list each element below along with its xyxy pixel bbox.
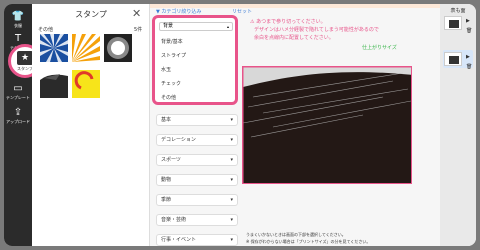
chevron-up-icon: ▴ [226, 24, 229, 29]
category-pill[interactable]: 動物 ▾ [156, 174, 238, 186]
nav-label: テンプレート [6, 95, 30, 100]
category-filter-label: ▼ カテゴリ絞り込み [156, 9, 202, 15]
chevron-down-icon: ▾ [230, 157, 233, 163]
text-icon: T [14, 33, 22, 44]
chevron-down-icon: ▾ [230, 217, 233, 223]
nav-upload[interactable]: ⇪ アップロード [4, 104, 32, 130]
category-pill-label: 季節 [161, 197, 172, 203]
front-preview-thumb[interactable] [444, 16, 462, 30]
stamp-thumb-blue-rays[interactable] [40, 34, 68, 62]
category-pill-label: スポーツ [161, 157, 181, 163]
category-pill-label: デコレーション [161, 137, 196, 143]
category-pill-label: 行事・イベント [161, 237, 197, 243]
left-nav: 👕 衣服 T テキスト ▭ テンプレート ⇪ アップロード [4, 4, 32, 246]
stamp-panel: スタンプ ✕ その他 5件 [32, 4, 150, 246]
stamp-thumb-orange-rays[interactable] [72, 34, 100, 62]
section-count: 5件 [134, 27, 143, 33]
category-pill-label: 音楽・芸術 [161, 217, 187, 223]
caution-note: 余白を点線内に配置してください。 [254, 35, 334, 41]
finish-size-label: 仕上がりサイズ [362, 45, 397, 51]
stamp-thumb-burst[interactable] [104, 34, 132, 62]
chevron-down-icon: ▾ [230, 117, 233, 123]
reset-link[interactable]: リセット [232, 8, 252, 15]
side-title: 表も面 [450, 8, 466, 14]
chevron-down-icon: ▾ [230, 197, 233, 203]
close-icon[interactable]: ✕ [132, 7, 141, 20]
chevron-down-icon: ▾ [230, 237, 233, 243]
arrow-icon[interactable]: ▶ [466, 54, 470, 60]
dropdown-option[interactable]: その他 [161, 94, 176, 101]
category-dropdown[interactable]: 背景 ▴ 背景/基本 ストライプ 水玉 チェック その他 [152, 15, 238, 105]
category-pill-label: 動物 [161, 177, 172, 183]
category-pill[interactable]: デコレーション ▾ [156, 134, 238, 146]
chevron-down-icon: ▾ [230, 177, 233, 183]
app-window: 👕 衣服 T テキスト ▭ テンプレート ⇪ アップロード ★ スタンプ スタン… [4, 4, 476, 246]
arrow-icon[interactable]: ▶ [466, 18, 470, 24]
caution-note: デザインはハメ分経製で陥れてしまう可能性があるので [254, 27, 379, 33]
back-preview-thumb[interactable] [444, 52, 462, 66]
side-preview-bar: 表も面 ▶ 🗑 ▶ 🗑 [440, 4, 476, 246]
caution-note: ⚠ あつまで参り切ってください。 [250, 19, 326, 25]
brush-stroke-artwork [243, 67, 411, 183]
category-pill[interactable]: スポーツ ▾ [156, 154, 238, 166]
stamp-thumb-brush[interactable] [40, 70, 68, 98]
trash-icon[interactable]: 🗑 [466, 64, 472, 70]
category-pill[interactable]: 音楽・芸術 ▾ [156, 214, 238, 226]
section-label: その他 [38, 27, 54, 33]
nav-template[interactable]: ▭ テンプレート [4, 80, 32, 106]
dropdown-current-label: 背景 [163, 23, 174, 29]
design-print-area[interactable] [242, 66, 412, 184]
shirt-icon: 👕 [11, 11, 25, 22]
category-pill[interactable]: 季節 ▾ [156, 194, 238, 206]
nav-label: 衣服 [14, 23, 22, 28]
template-icon: ▭ [13, 83, 23, 94]
canvas-area: ▼ カテゴリ絞り込み リセット 基本 ▾ デコレーション ▾ スポーツ ▾ 動物 ▾ 季… [150, 4, 440, 246]
dropdown-option[interactable]: チェック [161, 80, 181, 87]
nav-label: アップロード [6, 119, 30, 124]
category-pill[interactable]: 基本 ▾ [156, 114, 238, 126]
bottom-note: ※ 保存がわからない場合は「プリントサイズ」の分を見てください。 [246, 239, 371, 244]
dropdown-option[interactable]: ストライプ [161, 52, 186, 59]
stamp-thumb-yellow-circle[interactable] [72, 70, 100, 98]
category-pill-label: 基本 [161, 117, 172, 123]
chevron-down-icon: ▾ [230, 137, 233, 143]
dropdown-option[interactable]: 水玉 [161, 66, 171, 73]
bottom-note: うまくいかないときは画面の下部を選択してください。 [246, 232, 346, 237]
category-pill[interactable]: 行事・イベント ▾ [156, 234, 238, 246]
stamp-icon: ★ [17, 51, 33, 65]
trash-icon[interactable]: 🗑 [466, 28, 472, 34]
dropdown-option[interactable]: 背景/基本 [161, 38, 183, 45]
upload-icon: ⇪ [13, 107, 23, 118]
dropdown-selected[interactable]: 背景 ▴ [159, 22, 233, 31]
screen: 👕 衣服 T テキスト ▭ テンプレート ⇪ アップロード ★ スタンプ スタン… [0, 0, 480, 250]
